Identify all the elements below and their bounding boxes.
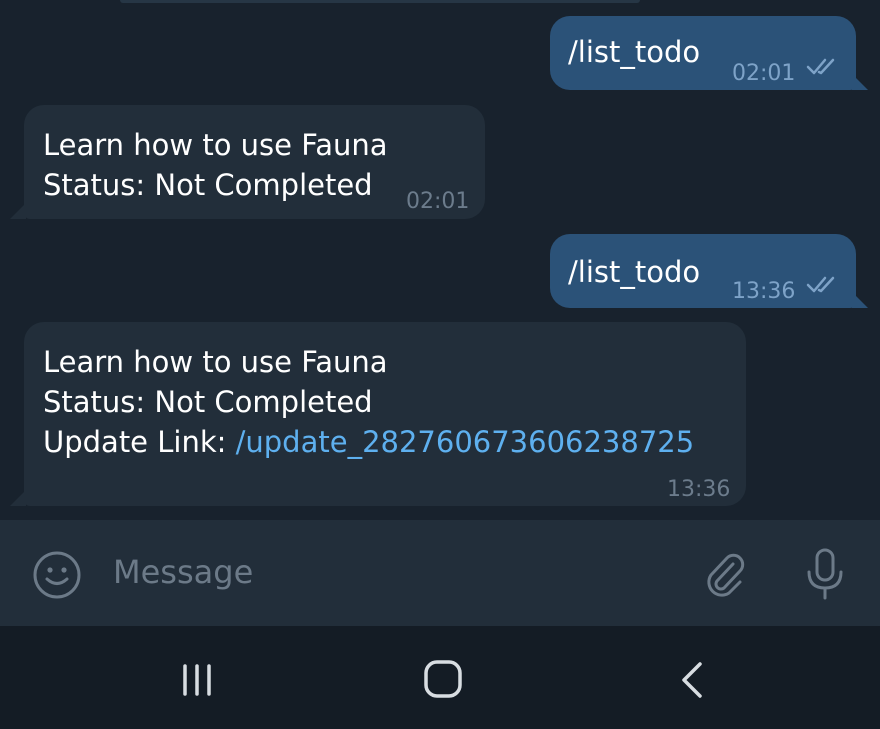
message-input[interactable]: Message [113,553,253,591]
recent-apps-icon[interactable] [177,660,217,700]
double-check-icon [806,58,835,75]
message-line: Status: Not Completed [43,385,373,419]
emoji-icon[interactable] [32,550,82,600]
message-text: /list_todo [568,255,701,289]
bubble-tail [10,203,26,219]
message-line: Learn how to use Fauna [43,128,388,162]
chat-history[interactable]: /list_todo 02:01 Learn how to use Fauna … [0,0,880,520]
incoming-message-bubble[interactable]: Learn how to use Fauna Status: Not Compl… [24,322,746,506]
update-link-label: Update Link: [43,425,236,459]
double-check-icon [806,276,835,293]
previous-message-edge [120,0,640,3]
message-text: /list_todo [568,35,701,69]
microphone-icon[interactable] [800,546,850,606]
message-time: 13:36 [667,477,731,502]
message-line: Learn how to use Fauna [43,345,388,379]
paperclip-icon[interactable] [700,550,750,600]
message-line: Status: Not Completed [43,168,373,202]
incoming-message-bubble[interactable]: Learn how to use Fauna Status: Not Compl… [24,105,485,219]
outgoing-message-bubble[interactable]: /list_todo 13:36 [550,234,856,308]
message-time: 13:36 [732,279,796,304]
update-link-line: Update Link: /update_282760673606238725 [43,422,694,462]
message-time: 02:01 [732,61,796,86]
update-command-link[interactable]: /update_282760673606238725 [236,425,695,459]
message-time: 02:01 [406,189,470,214]
home-icon[interactable] [422,658,466,702]
bubble-tail [852,292,868,308]
telegram-chat-screen: /list_todo 02:01 Learn how to use Fauna … [0,0,880,729]
bubble-tail [10,490,26,506]
outgoing-message-bubble[interactable]: /list_todo 02:01 [550,16,856,90]
back-icon[interactable] [674,658,714,702]
bubble-tail [852,74,868,90]
